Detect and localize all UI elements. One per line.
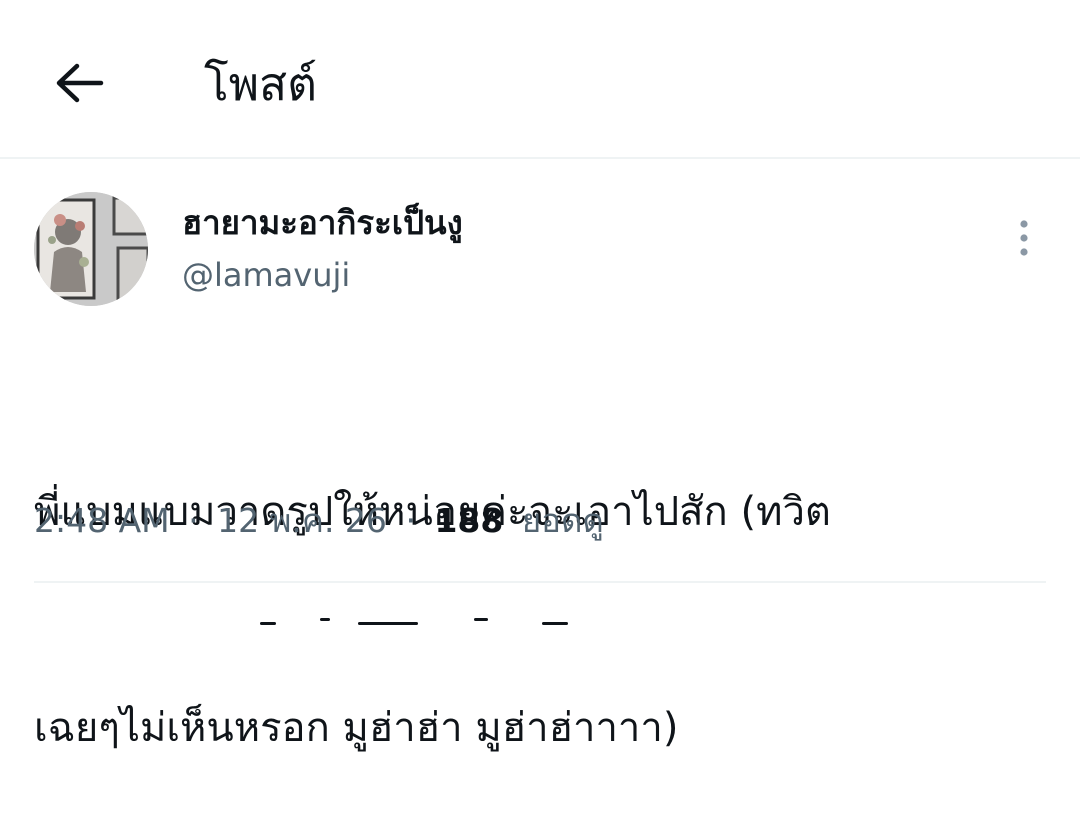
back-button[interactable] — [48, 52, 110, 114]
avatar-image — [34, 192, 148, 306]
avatar[interactable] — [34, 192, 148, 306]
views-label: ยอดดู — [521, 501, 604, 540]
post-date[interactable]: 12 พ.ค. 26 — [217, 501, 387, 540]
next-section-cutoff — [224, 612, 584, 627]
top-bar: โพสต์ — [0, 0, 1080, 159]
post-metadata: 2:48 AM · 12 พ.ค. 26 · 188 ยอดดู — [34, 496, 604, 546]
post-time[interactable]: 2:48 AM — [34, 501, 170, 540]
meta-separator: · — [405, 501, 416, 540]
more-vertical-icon — [1020, 220, 1028, 256]
post-text-line: เฉยๆไม่เห็นหรอก มูฮ่าฮ่า มูฮ่าฮ่าาาา) — [34, 705, 679, 751]
more-options-button[interactable] — [1006, 214, 1042, 262]
author-handle[interactable]: @lamavuji — [182, 254, 350, 296]
content-divider — [34, 581, 1046, 583]
page-title: โพสต์ — [204, 57, 317, 111]
arrow-left-icon — [56, 63, 104, 103]
meta-separator: · — [188, 501, 199, 540]
views-count[interactable]: 188 — [434, 501, 503, 540]
post-text: พี่แบมแบมวาดรูปให้หน่อยค่ะจะเอาไปสัก (ทว… — [34, 332, 1044, 836]
author-display-name[interactable]: ฮายามะอากิระเป็นงู — [182, 202, 463, 244]
header-divider — [0, 157, 1080, 159]
